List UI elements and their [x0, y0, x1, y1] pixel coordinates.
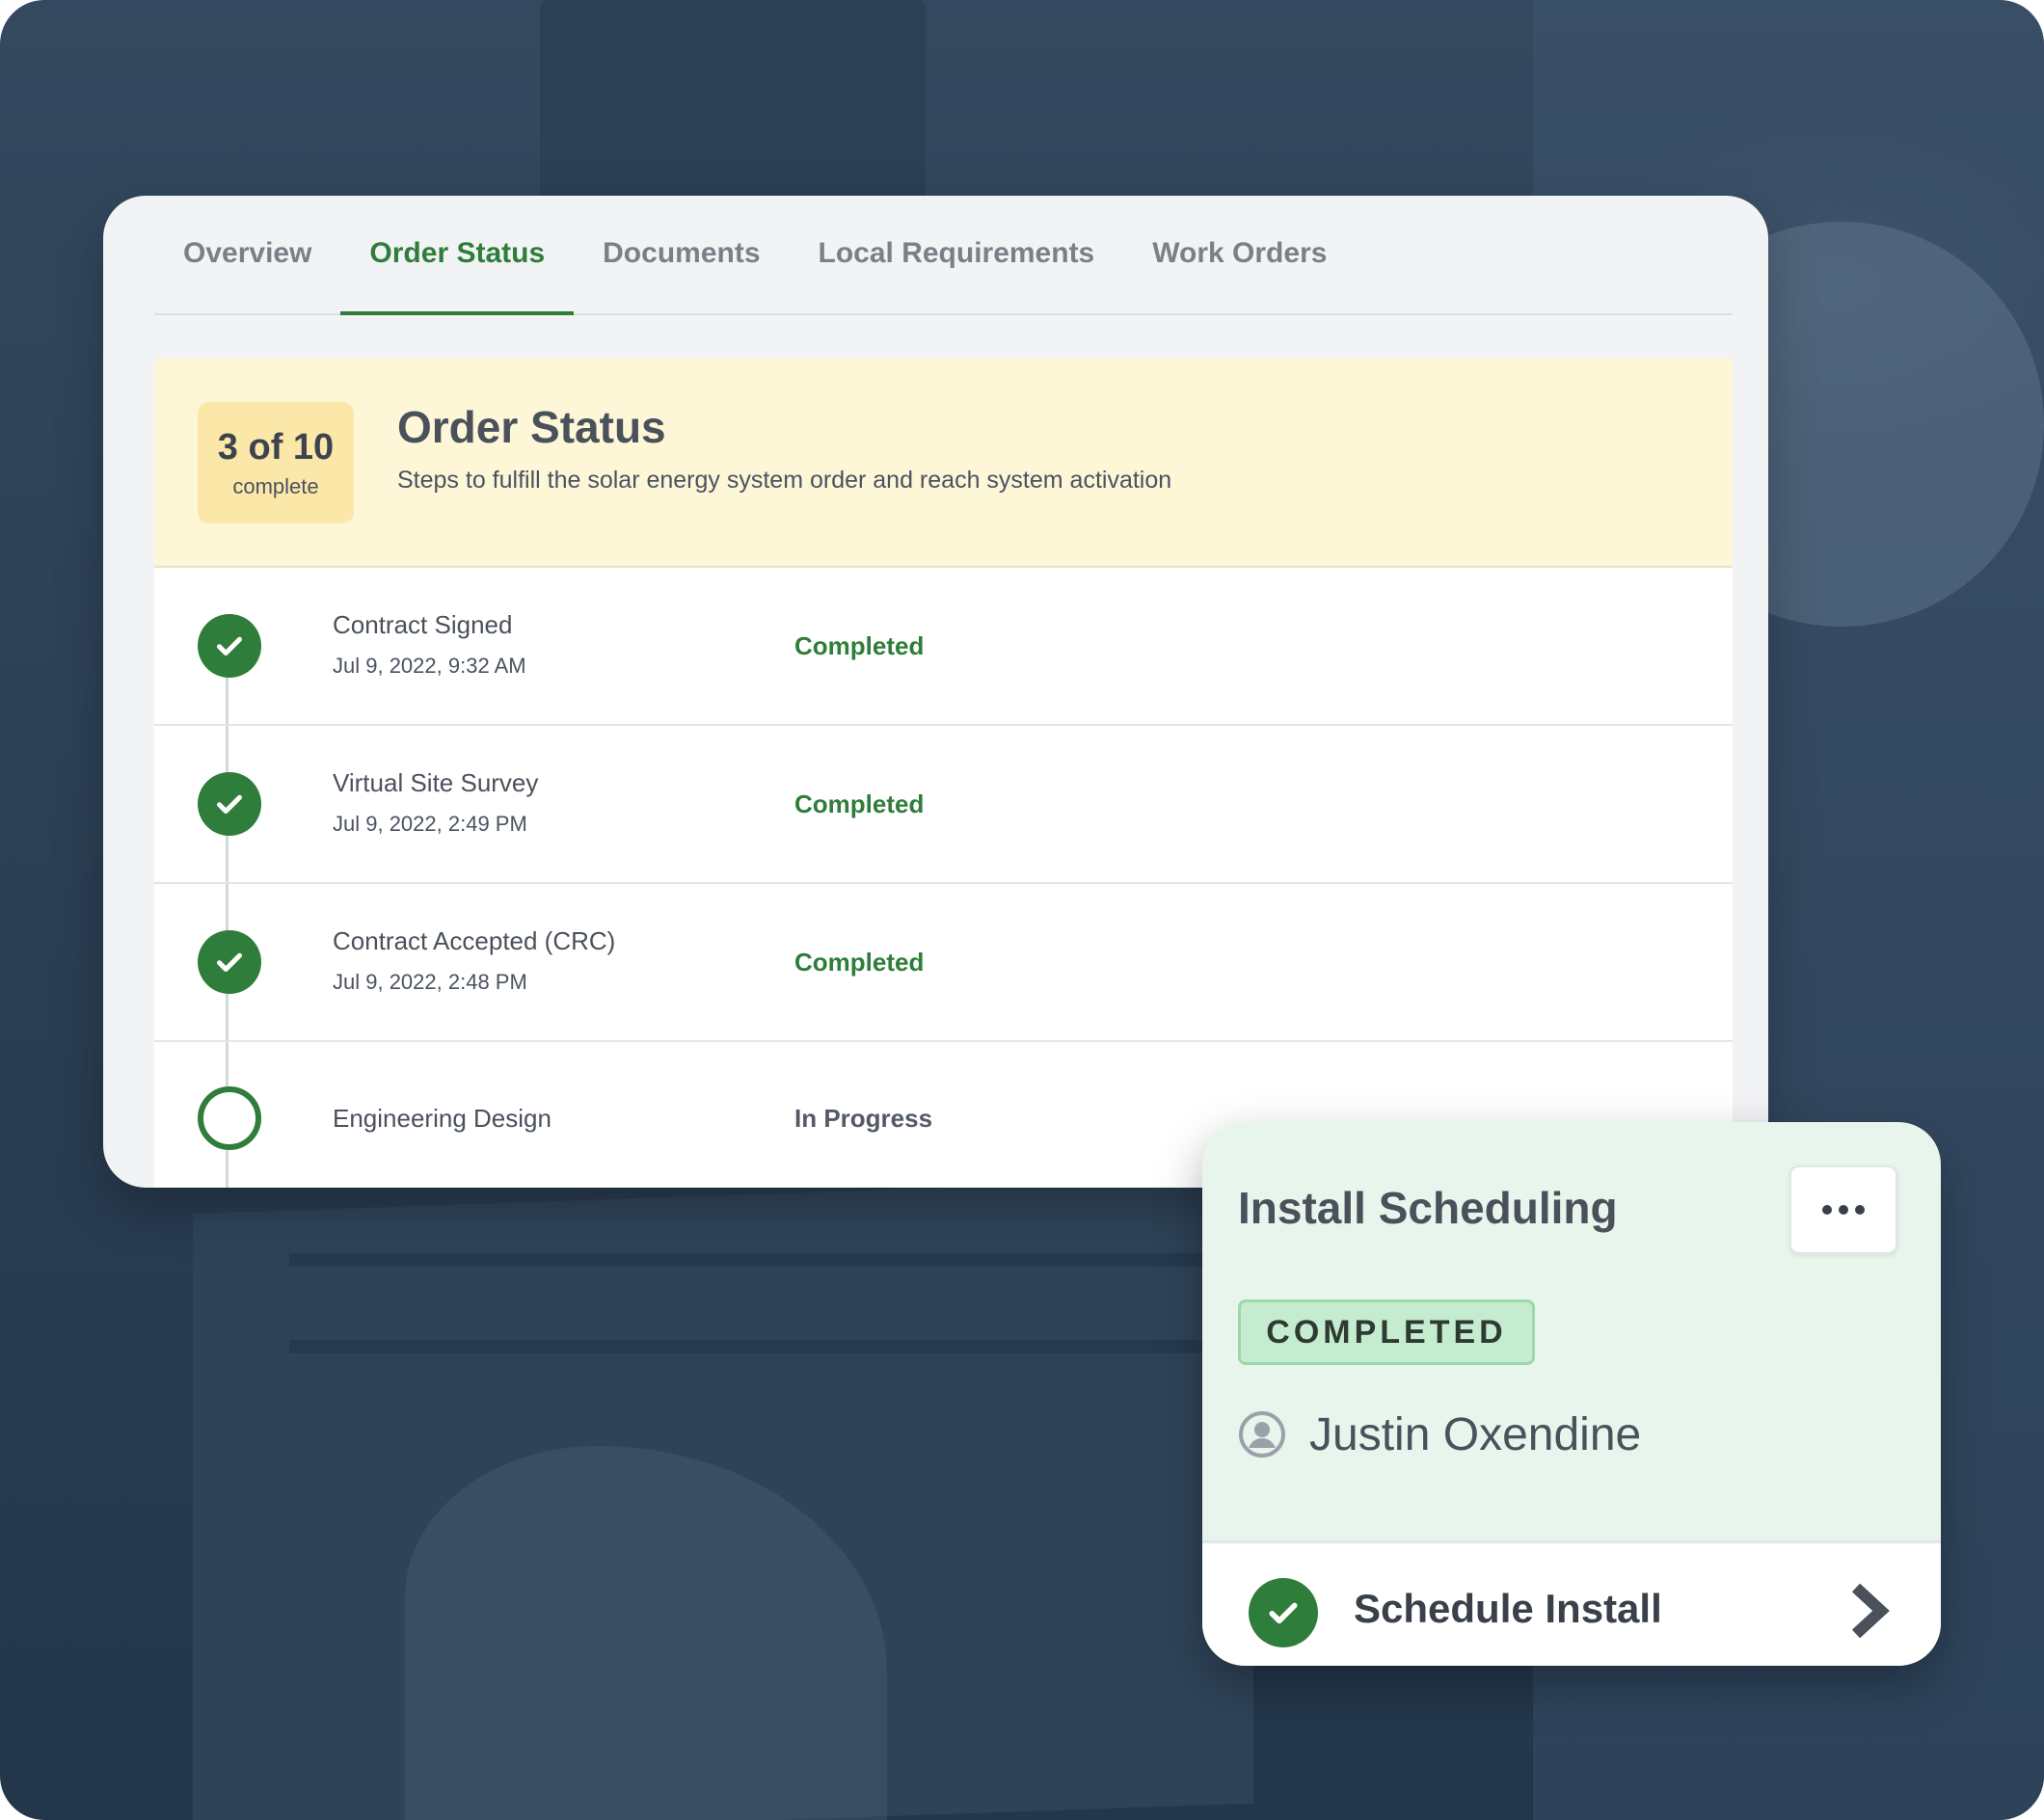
step-status: In Progress	[794, 1104, 933, 1133]
check-icon	[216, 636, 243, 656]
page-subtitle: Steps to fulfill the solar energy system…	[397, 467, 1172, 494]
check-circle-icon	[198, 772, 261, 836]
tab-bar: Overview Order Status Documents Local Re…	[154, 196, 1733, 315]
background-rail	[289, 1340, 1253, 1353]
empty-circle-icon	[198, 1086, 261, 1150]
step-date: Jul 9, 2022, 9:32 AM	[333, 654, 526, 678]
tab-local-requirements[interactable]: Local Requirements	[790, 196, 1124, 313]
more-options-button[interactable]	[1789, 1165, 1897, 1254]
user-icon	[1239, 1411, 1285, 1458]
schedule-install-row[interactable]: Schedule Install	[1202, 1540, 1941, 1666]
tab-order-status[interactable]: Order Status	[340, 196, 574, 315]
step-name: Virtual Site Survey	[333, 768, 539, 797]
check-circle-icon	[198, 930, 261, 994]
step-row[interactable]: Contract Accepted (CRC) Jul 9, 2022, 2:4…	[154, 884, 1733, 1042]
schedule-install-label: Schedule Install	[1354, 1586, 1662, 1631]
order-status-banner: 3 of 10 complete Order Status Steps to f…	[154, 359, 1733, 568]
check-circle-icon	[1249, 1578, 1318, 1647]
step-name: Engineering Design	[333, 1104, 551, 1133]
progress-count: 3 of 10	[217, 426, 335, 468]
step-row[interactable]: Virtual Site Survey Jul 9, 2022, 2:49 PM…	[154, 726, 1733, 884]
check-circle-icon	[198, 614, 261, 678]
check-icon	[216, 794, 243, 815]
tab-work-orders[interactable]: Work Orders	[1123, 196, 1356, 313]
check-icon	[216, 952, 243, 973]
tab-documents[interactable]: Documents	[574, 196, 789, 313]
progress-label: complete	[232, 473, 319, 498]
status-badge: COMPLETED	[1238, 1299, 1535, 1365]
assignee-name: Justin Oxendine	[1309, 1408, 1642, 1460]
step-row[interactable]: Contract Signed Jul 9, 2022, 9:32 AM Com…	[154, 568, 1733, 726]
background-electrical-box	[540, 0, 926, 202]
check-icon	[1269, 1602, 1298, 1624]
step-status: Completed	[794, 631, 925, 660]
order-status-card: Overview Order Status Documents Local Re…	[103, 196, 1768, 1188]
progress-badge: 3 of 10 complete	[198, 402, 354, 523]
step-name: Contract Signed	[333, 610, 513, 639]
step-status: Completed	[794, 790, 925, 818]
step-name: Contract Accepted (CRC)	[333, 926, 616, 955]
install-scheduling-card: Install Scheduling COMPLETED Justin Oxen…	[1202, 1122, 1941, 1666]
background-rail	[289, 1253, 1253, 1267]
more-dots-icon	[1822, 1205, 1865, 1215]
card-title: Install Scheduling	[1238, 1183, 1618, 1233]
chevron-right-icon[interactable]	[1848, 1584, 1891, 1638]
step-date: Jul 9, 2022, 2:48 PM	[333, 970, 527, 994]
page-title: Order Status	[397, 402, 666, 452]
step-date: Jul 9, 2022, 2:49 PM	[333, 812, 527, 836]
assignee: Justin Oxendine	[1238, 1405, 1641, 1463]
step-list: Contract Signed Jul 9, 2022, 9:32 AM Com…	[154, 568, 1733, 1188]
step-status: Completed	[794, 948, 925, 977]
tab-overview[interactable]: Overview	[154, 196, 340, 313]
